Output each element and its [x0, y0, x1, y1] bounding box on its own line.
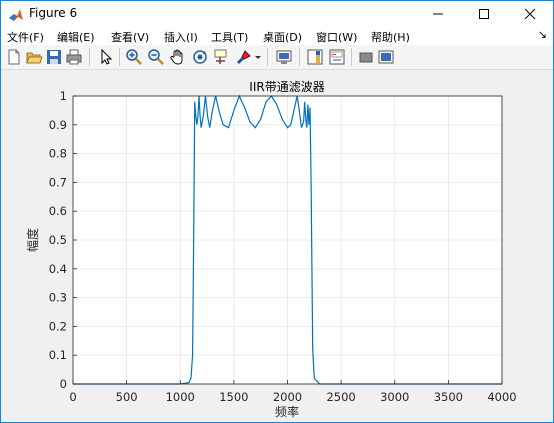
matlab-logo-icon [8, 7, 24, 21]
menu-help[interactable]: 帮助(H) [371, 29, 410, 45]
zoom-in-icon[interactable] [125, 48, 143, 66]
menu-insert[interactable]: 插入(I) [164, 29, 198, 45]
brush-dropdown-icon[interactable] [253, 48, 263, 66]
brush-icon[interactable] [235, 48, 253, 66]
minimize-button[interactable] [415, 1, 461, 27]
minimize-icon [433, 13, 443, 15]
edit-plot-arrow-icon[interactable] [97, 48, 115, 66]
menu-view[interactable]: 查看(V) [111, 29, 149, 45]
menu-desktop[interactable]: 桌面(D) [263, 29, 302, 45]
y-tick-label: 0.9 [49, 118, 67, 132]
menu-bar: 文件(F) 编辑(E) 查看(V) 插入(I) 工具(T) 桌面(D) 窗口(W… [1, 27, 553, 45]
y-tick-label: 0.4 [49, 262, 67, 276]
figure-window: Figure 6 文件(F) 编辑(E) 查看(V) 插入(I) 工具(T) 桌… [0, 0, 554, 423]
open-file-icon[interactable] [25, 48, 43, 66]
toolbar-separator [267, 48, 268, 66]
y-tick-label: 0.8 [49, 147, 67, 161]
menu-file[interactable]: 文件(F) [7, 29, 44, 45]
pan-hand-icon[interactable] [169, 48, 187, 66]
title-bar[interactable]: Figure 6 [1, 1, 553, 27]
menu-edit[interactable]: 编辑(E) [57, 29, 95, 45]
dock-arrow-icon[interactable]: ↘ [538, 28, 547, 41]
plot-svg[interactable]: IIR带通滤波器 频率 幅度 0 500 1000 1500 2000 2500 3000 3… [1, 70, 553, 422]
figure-canvas[interactable]: IIR带通滤波器 频率 幅度 0 500 1000 1500 2000 2500 3000 3… [1, 70, 553, 422]
maximize-icon [479, 9, 489, 19]
y-tick-label: 0.1 [49, 348, 67, 362]
y-tick-label: 0.7 [49, 175, 67, 189]
x-tick-label: 3000 [380, 390, 409, 404]
toolbar-separator [119, 48, 120, 66]
save-icon[interactable] [45, 48, 63, 66]
new-figure-icon[interactable] [5, 48, 23, 66]
y-tick-label: 1 [60, 89, 67, 103]
hide-plot-tools-icon[interactable] [357, 48, 375, 66]
toolbar-separator [299, 48, 300, 66]
close-button[interactable] [507, 1, 553, 27]
close-icon [524, 8, 536, 20]
show-plot-tools-icon[interactable] [377, 48, 395, 66]
menu-tools[interactable]: 工具(T) [211, 29, 248, 45]
y-tick-label: 0.2 [49, 319, 67, 333]
zoom-out-icon[interactable] [147, 48, 165, 66]
x-axis-label: 频率 [275, 404, 299, 419]
toolbar-separator [351, 48, 352, 66]
y-axis-label: 幅度 [25, 228, 40, 252]
x-tick-label: 2000 [273, 390, 302, 404]
link-plot-icon[interactable] [275, 48, 293, 66]
x-tick-label: 500 [116, 390, 138, 404]
insert-colorbar-icon[interactable] [306, 48, 324, 66]
rotate-3d-icon[interactable] [191, 48, 209, 66]
y-tick-label: 0.3 [49, 291, 67, 305]
x-tick-label: 2500 [326, 390, 355, 404]
x-tick-label: 0 [69, 390, 76, 404]
chart-title: IIR带通滤波器 [249, 80, 324, 94]
insert-legend-icon[interactable] [328, 48, 346, 66]
x-tick-label: 1500 [219, 390, 248, 404]
y-tick-label: 0.6 [49, 204, 67, 218]
x-tick-label: 4000 [487, 390, 516, 404]
y-tick-label: 0 [60, 377, 67, 391]
window-title: Figure 6 [29, 6, 78, 20]
print-icon[interactable] [65, 48, 83, 66]
x-tick-label: 3500 [434, 390, 463, 404]
data-cursor-icon[interactable] [213, 48, 231, 66]
y-tick-label: 0.5 [49, 233, 67, 247]
toolbar-separator [89, 48, 90, 66]
menu-window[interactable]: 窗口(W) [316, 29, 357, 45]
figure-toolbar [1, 45, 553, 70]
maximize-button[interactable] [461, 1, 507, 27]
x-tick-label: 1000 [166, 390, 195, 404]
